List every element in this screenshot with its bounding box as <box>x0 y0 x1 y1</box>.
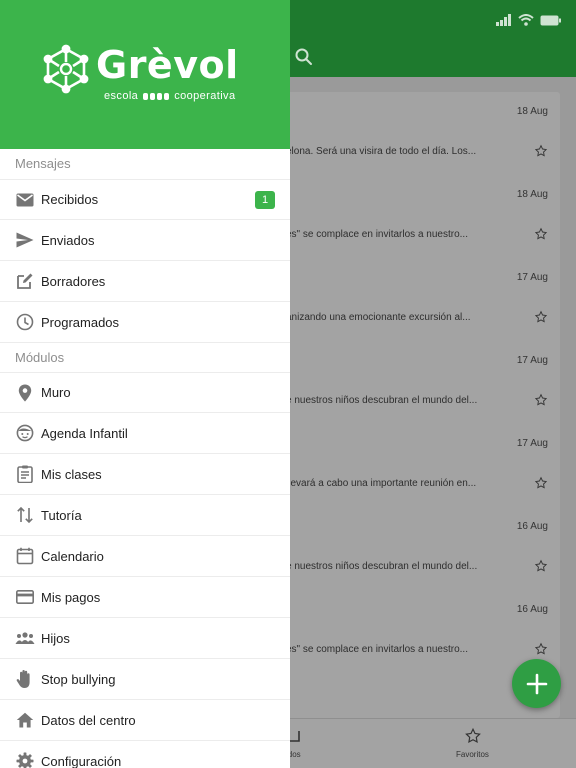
menu-item-agenda-infantil[interactable]: Agenda Infantil <box>0 413 290 454</box>
home-icon <box>15 710 35 730</box>
menu-item-mis-clases[interactable]: Mis clases <box>0 454 290 495</box>
menu-item-label: Calendario <box>41 548 104 564</box>
menu-item-muro[interactable]: Muro <box>0 372 290 413</box>
menu-item-programados[interactable]: Programados <box>0 302 290 343</box>
swap-vertical-icon <box>15 505 35 525</box>
menu-item-tutoria[interactable]: Tutoría <box>0 495 290 536</box>
message-snippet: elona. Será una visira de todo el día. L… <box>286 146 477 157</box>
credit-card-icon <box>15 587 35 607</box>
message-snippet: e nuestros niños descubran el mundo del.… <box>286 561 478 572</box>
menu-item-stop-bullying[interactable]: Stop bullying <box>0 659 290 700</box>
star-icon[interactable] <box>534 393 548 407</box>
logo-subtitle: escola cooperativa <box>104 90 235 102</box>
people-icon <box>15 628 35 648</box>
menu-item-borradores[interactable]: Borradores <box>0 261 290 302</box>
list-item[interactable]: 17 Aug llevará a cabo una importante reu… <box>270 424 560 507</box>
message-date: 17 Aug <box>516 355 548 366</box>
edit-icon <box>15 271 35 291</box>
message-date: 18 Aug <box>516 106 548 117</box>
star-icon[interactable] <box>534 227 548 241</box>
drawer-header: Grèvol escola cooperativa <box>0 0 290 149</box>
send-icon <box>15 230 35 250</box>
plus-icon <box>526 673 547 694</box>
menu-item-calendario[interactable]: Calendario <box>0 536 290 577</box>
gear-icon <box>15 751 35 768</box>
status-bar <box>496 12 562 28</box>
menu-item-label: Borradores <box>41 273 106 289</box>
list-item[interactable]: 16 Aug es" se complace en invitarlos a n… <box>270 590 560 673</box>
list-item[interactable]: 17 Aug anizando una emocionante excursió… <box>270 258 560 341</box>
star-icon[interactable] <box>464 727 482 745</box>
message-snippet: anizando una emocionante excursión al... <box>286 312 471 323</box>
search-icon[interactable] <box>294 47 314 67</box>
message-date: 17 Aug <box>516 272 548 283</box>
wifi-icon <box>518 14 534 26</box>
tab-favorites-label[interactable]: Favoritos <box>456 750 489 759</box>
unread-count-badge: 1 <box>255 190 275 209</box>
message-date: 18 Aug <box>516 189 548 200</box>
compose-fab-button[interactable] <box>512 659 561 708</box>
menu-item-configuracion[interactable]: Configuración <box>0 741 290 768</box>
logo-subtitle-right: cooperativa <box>174 90 236 102</box>
logo-mark-icon <box>43 44 89 94</box>
menu-item-label: Tutoría <box>41 507 82 523</box>
child-face-icon <box>15 423 35 443</box>
message-date: 17 Aug <box>516 438 548 449</box>
menu-item-label: Agenda Infantil <box>41 425 128 441</box>
message-snippet: es" se complace en invitarlos a nuestro.… <box>286 644 468 655</box>
section-label-modulos: Módulos <box>15 350 65 365</box>
list-item[interactable]: 18 Aug es" se complace en invitarlos a n… <box>270 175 560 258</box>
location-pin-icon <box>15 383 35 403</box>
menu-item-label: Datos del centro <box>41 712 136 728</box>
menu-item-label: Recibidos <box>41 192 99 207</box>
star-icon[interactable] <box>534 310 548 324</box>
menu-item-label: Muro <box>41 385 71 400</box>
clipboard-icon <box>15 464 35 484</box>
message-date: 16 Aug <box>516 521 548 532</box>
menu-item-label: Programados <box>41 314 120 330</box>
list-item[interactable]: 17 Aug e nuestros niños descubran el mun… <box>270 341 560 424</box>
message-snippet: es" se complace en invitarlos a nuestro.… <box>286 229 468 240</box>
menu-item-enviados[interactable]: Enviados <box>0 220 290 261</box>
menu-item-label: Mis pagos <box>41 589 101 605</box>
menu-item-label: Stop bullying <box>41 671 116 687</box>
menu-item-mis-pagos[interactable]: Mis pagos <box>0 577 290 618</box>
clock-icon <box>15 312 35 332</box>
menu-item-label: Mis clases <box>41 466 102 482</box>
menu-item-label: Enviados <box>41 232 95 248</box>
menu-item-recibidos[interactable]: Recibidos 1 <box>0 179 290 220</box>
calendar-icon <box>15 546 35 566</box>
menu-item-label: Hijos <box>41 630 70 646</box>
message-snippet: e nuestros niños descubran el mundo del.… <box>286 395 478 406</box>
message-date: 16 Aug <box>516 604 548 615</box>
message-list: 18 Aug elona. Será una visira de todo el… <box>270 92 560 718</box>
section-label-mensajes: Mensajes <box>15 156 71 171</box>
logo-dots-icon <box>143 92 170 100</box>
list-item[interactable]: 18 Aug elona. Será una visira de todo el… <box>270 92 560 175</box>
list-item[interactable]: 16 Aug e nuestros niños descubran el mun… <box>270 507 560 590</box>
star-icon[interactable] <box>534 476 548 490</box>
star-icon[interactable] <box>534 642 548 656</box>
message-snippet: llevará a cabo una importante reunión en… <box>286 478 477 489</box>
menu-item-hijos[interactable]: Hijos <box>0 618 290 659</box>
logo-subtitle-left: escola <box>104 90 139 102</box>
logo-wordmark: Grèvol <box>96 43 239 87</box>
menu-item-label: Configuración <box>41 753 122 768</box>
navigation-drawer: Grèvol escola cooperativa Mensajes Recib… <box>0 0 290 768</box>
cellular-signal-icon <box>496 14 511 26</box>
menu-item-datos-del-centro[interactable]: Datos del centro <box>0 700 290 741</box>
star-icon[interactable] <box>534 144 548 158</box>
hand-icon <box>15 669 35 689</box>
battery-icon <box>540 15 561 25</box>
star-icon[interactable] <box>534 559 548 573</box>
mail-icon <box>15 190 35 210</box>
